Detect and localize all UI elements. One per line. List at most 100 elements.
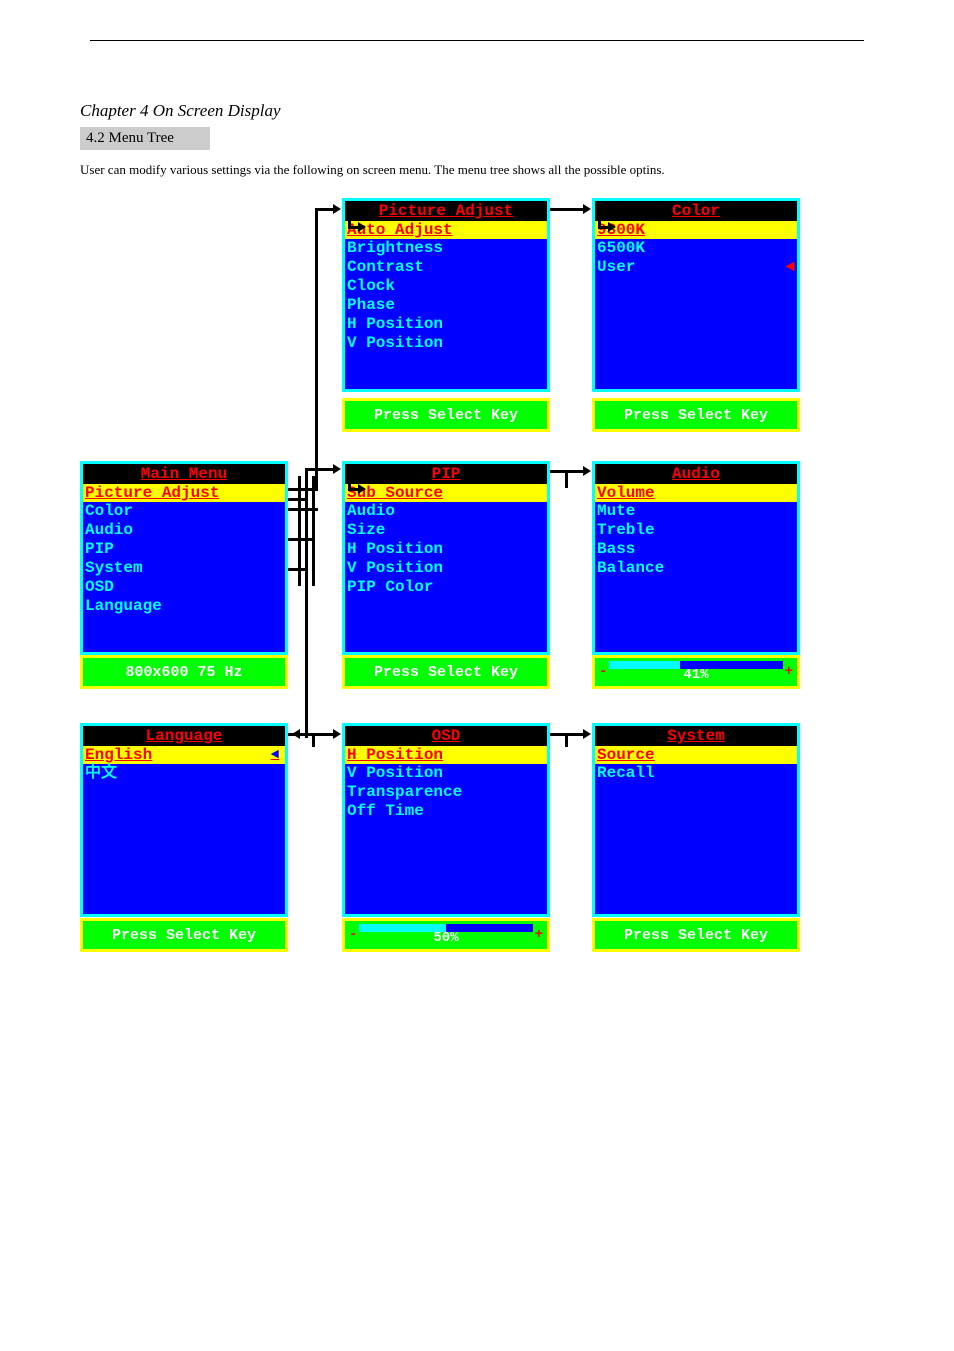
menu-item[interactable]: Recall: [597, 764, 795, 783]
menu-item[interactable]: PIP Color: [347, 578, 545, 597]
menu-item[interactable]: Phase: [347, 296, 545, 315]
connector: [565, 470, 568, 488]
menu-item[interactable]: H Position: [347, 315, 545, 334]
menu-item[interactable]: OSD: [85, 578, 283, 597]
slider-osd[interactable]: - 50% +: [342, 918, 550, 952]
menu-item[interactable]: PIP: [85, 540, 283, 559]
menu-item[interactable]: System: [85, 559, 283, 578]
menu-item[interactable]: Brightness: [347, 239, 545, 258]
menu-body: Audio Size H Position V Position PIP Col…: [345, 502, 547, 652]
arrow-right-icon: [583, 204, 591, 214]
panel-picture-adjust: Picture Adjust Auto Adjust Brightness Co…: [342, 198, 550, 392]
intro-text: User can modify various settings via the…: [80, 162, 874, 178]
panel-pip: PIP Sub Source Audio Size H Position V P…: [342, 461, 550, 655]
selected-item[interactable]: Picture Adjust: [83, 484, 285, 502]
panel-main-menu: Main Menu Picture Adjust Color Audio PIP…: [80, 461, 288, 655]
status-main: 800x600 75 Hz: [80, 655, 288, 689]
slider-audio[interactable]: - 41% +: [592, 655, 800, 689]
arrow-right-icon: [333, 464, 341, 474]
slider-value: 50%: [433, 932, 458, 944]
menu-item[interactable]: 6500K: [597, 239, 795, 258]
selected-item[interactable]: Volume: [595, 484, 797, 502]
panel-system: System Source Recall: [592, 723, 800, 917]
plus-icon: +: [535, 927, 543, 943]
connector: [550, 208, 585, 211]
selected-item[interactable]: 9300K: [595, 221, 797, 239]
menu-body: 6500K User ◄: [595, 239, 797, 389]
connector: [312, 476, 315, 586]
menu-body: Color Audio PIP System OSD Language: [83, 502, 285, 652]
minus-icon: -: [599, 664, 607, 680]
menu-item[interactable]: Contrast: [347, 258, 545, 277]
menu-body: Recall: [595, 764, 797, 914]
menu-item[interactable]: User ◄: [597, 258, 795, 277]
panel-title: System: [595, 726, 797, 746]
menu-item[interactable]: Bass: [597, 540, 795, 559]
chapter-title: Chapter 4 On Screen Display: [80, 101, 874, 121]
status-pip: Press Select Key: [342, 655, 550, 689]
selected-item[interactable]: H Position: [345, 746, 547, 764]
connector: [565, 733, 568, 747]
panel-title: PIP: [345, 464, 547, 484]
arrow-right-icon: [333, 729, 341, 739]
panel-color: Color 9300K 6500K User ◄: [592, 198, 800, 392]
menu-item[interactable]: Audio: [347, 502, 545, 521]
plus-icon: +: [785, 664, 793, 680]
slider-value: 41%: [683, 669, 708, 681]
connector: [288, 508, 318, 511]
connector: [348, 470, 351, 488]
menu-item[interactable]: V Position: [347, 559, 545, 578]
arrow-right-icon: [358, 222, 366, 232]
menu-body: Mute Treble Bass Balance: [595, 502, 797, 652]
panel-title: Audio: [595, 464, 797, 484]
menu-body: 中文: [83, 764, 285, 914]
arrow-right-icon: [608, 222, 616, 232]
connector: [312, 733, 315, 747]
panel-title: Language: [83, 726, 285, 746]
menu-item[interactable]: Color: [85, 502, 283, 521]
selected-item[interactable]: English ◄: [83, 746, 285, 764]
menu-item[interactable]: Language: [85, 597, 283, 616]
menu-item[interactable]: Audio: [85, 521, 283, 540]
selected-item[interactable]: Sub Source: [345, 484, 547, 502]
menu-item[interactable]: Off Time: [347, 802, 545, 821]
menu-item[interactable]: Balance: [597, 559, 795, 578]
connector: [598, 208, 601, 226]
connector: [348, 208, 351, 226]
menu-item[interactable]: Clock: [347, 277, 545, 296]
connector: [288, 568, 305, 571]
menu-body: Brightness Contrast Clock Phase H Positi…: [345, 239, 547, 389]
arrow-left-icon: [292, 729, 300, 739]
menu-item[interactable]: 中文: [85, 764, 283, 783]
menu-tree-diagram: Main Menu Picture Adjust Color Audio PIP…: [80, 198, 850, 988]
status-color: Press Select Key: [592, 398, 800, 432]
panel-audio: Audio Volume Mute Treble Bass Balance: [592, 461, 800, 655]
left-arrow-icon: ◄: [271, 746, 285, 764]
arrow-right-icon: [583, 466, 591, 476]
connector: [315, 208, 318, 491]
connector: [305, 468, 335, 471]
panel-title: Main Menu: [83, 464, 285, 484]
panel-title: Picture Adjust: [345, 201, 547, 221]
arrow-right-icon: [333, 204, 341, 214]
panel-language: Language English ◄ 中文: [80, 723, 288, 917]
connector: [288, 538, 312, 541]
menu-item[interactable]: Treble: [597, 521, 795, 540]
menu-item[interactable]: Transparence: [347, 783, 545, 802]
status-system: Press Select Key: [592, 918, 800, 952]
menu-item[interactable]: V Position: [347, 764, 545, 783]
selected-item[interactable]: Source: [595, 746, 797, 764]
menu-item[interactable]: Size: [347, 521, 545, 540]
arrow-right-icon: [583, 729, 591, 739]
left-arrow-icon: ◄: [785, 258, 795, 277]
header-rule: [90, 40, 864, 41]
section-title: 4.2 Menu Tree: [80, 127, 210, 150]
connector: [315, 208, 335, 211]
menu-item[interactable]: V Position: [347, 334, 545, 353]
panel-osd: OSD H Position V Position Transparence O…: [342, 723, 550, 917]
status-language: Press Select Key: [80, 918, 288, 952]
menu-item[interactable]: Mute: [597, 502, 795, 521]
status-picture: Press Select Key: [342, 398, 550, 432]
menu-item[interactable]: H Position: [347, 540, 545, 559]
selected-item[interactable]: Auto Adjust: [345, 221, 547, 239]
